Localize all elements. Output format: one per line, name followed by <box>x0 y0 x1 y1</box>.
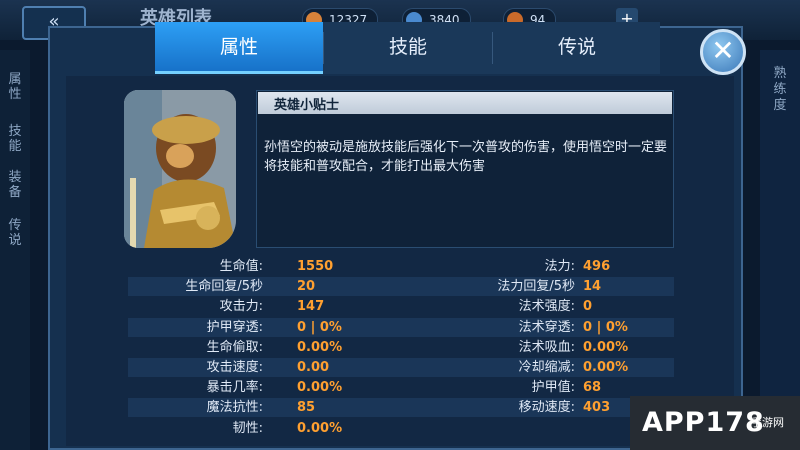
hero-portrait <box>124 90 236 248</box>
stat-label-left: 魔法抗性: <box>206 400 263 416</box>
stat-label-right: 法术穿透: <box>518 319 575 335</box>
left-sidebar <box>0 50 30 450</box>
tip-title: 英雄小贴士 <box>274 98 340 113</box>
stat-value-left: 0.00% <box>297 339 343 355</box>
side-tab-attributes[interactable]: 属性 <box>4 72 26 102</box>
side-tab-skills[interactable]: 技能 <box>4 124 26 154</box>
hero-portrait-art <box>124 90 236 248</box>
stat-label-left: 生命回复/5秒 <box>185 279 263 295</box>
stat-row: 魔法抗性: 85 移动速度: 403 <box>128 398 674 418</box>
stat-value-left: 20 <box>297 279 316 295</box>
tab-skills[interactable]: 技能 <box>324 22 492 74</box>
stat-row: 生命偷取: 0.00% 法术吸血: 0.00% <box>128 338 674 357</box>
side-tab-equipment[interactable]: 装备 <box>4 170 26 200</box>
side-tab-mastery[interactable]: 熟练度 <box>768 66 792 114</box>
stat-label-right: 冷却缩减: <box>518 360 575 375</box>
stat-label-right: 法力回复/5秒 <box>497 279 575 295</box>
stat-value-left: 0 | 0% <box>297 319 342 335</box>
stat-label-right: 移动速度: <box>518 400 575 416</box>
stat-value-left: 1550 <box>297 259 334 274</box>
stat-value-right: 403 <box>583 400 611 416</box>
stat-label-left: 韧性: <box>232 420 263 436</box>
stat-value-left: 0.00% <box>297 380 343 396</box>
stat-value-right: 0.00% <box>583 360 629 375</box>
stat-label-right: 法术强度: <box>518 299 575 315</box>
stat-row: 生命值: 1550 法力: 496 <box>128 257 674 276</box>
side-tab-lore[interactable]: 传说 <box>4 218 26 248</box>
stat-label-right: 法术吸血: <box>518 339 575 355</box>
stat-value-right: 68 <box>583 380 602 396</box>
watermark-subtitle: 手游网 <box>751 416 784 429</box>
close-button[interactable]: ✕ <box>700 29 746 75</box>
stat-value-left: 147 <box>297 299 325 315</box>
tab-lore[interactable]: 传说 <box>493 22 661 74</box>
tab-attributes[interactable]: 属性 <box>155 22 323 74</box>
tip-text: 孙悟空的被动是施放技能后强化下一次普攻的伤害，使用悟空时一定要将技能和普攻配合，… <box>264 140 668 174</box>
stat-row: 韧性: 0.00% <box>128 419 674 438</box>
stat-row: 生命回复/5秒 20 法力回复/5秒 14 <box>128 277 674 297</box>
stat-value-left: 0.00% <box>297 420 343 436</box>
stat-value-right: 0 | 0% <box>583 319 628 335</box>
stat-label-left: 生命值: <box>219 259 263 274</box>
stat-label-left: 生命偷取: <box>206 339 263 355</box>
stat-row: 攻击力: 147 法术强度: 0 <box>128 297 674 316</box>
stat-label-left: 攻击速度: <box>206 360 263 375</box>
stat-value-right: 14 <box>583 279 602 295</box>
stat-label-right: 护甲值: <box>531 380 575 396</box>
stat-row: 暴击几率: 0.00% 护甲值: 68 <box>128 378 674 397</box>
stat-value-right: 0 <box>583 299 593 315</box>
stat-value-right: 0.00% <box>583 339 629 355</box>
stat-value-left: 85 <box>297 400 316 416</box>
stat-label-left: 护甲穿透: <box>206 319 263 335</box>
stat-row: 护甲穿透: 0 | 0% 法术穿透: 0 | 0% <box>128 317 674 337</box>
stat-value-left: 0.00 <box>297 360 330 375</box>
stat-value-right: 496 <box>583 259 611 274</box>
stat-label-right: 法力: <box>544 259 575 274</box>
stat-row: 攻击速度: 0.00 冷却缩减: 0.00% <box>128 358 674 377</box>
stat-label-left: 攻击力: <box>219 299 263 315</box>
stat-label-left: 暴击几率: <box>206 380 263 396</box>
modal-tab-bar: 属性 技能 传说 <box>155 22 660 74</box>
